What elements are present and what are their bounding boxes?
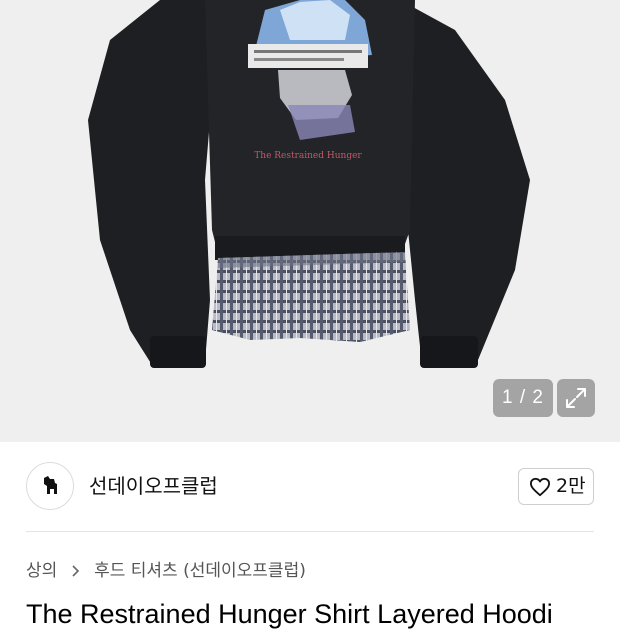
expand-image-button[interactable] — [557, 379, 595, 417]
dog-logo — [44, 476, 57, 494]
print-caption: The Restrained Hunger — [254, 151, 362, 161]
expand-arrows-icon — [566, 388, 586, 408]
image-pager: 1 / 2 — [493, 379, 553, 417]
breadcrumb-item-subcategory[interactable]: 후드 티셔츠 (선데이오프클럽) — [94, 558, 306, 584]
chevron-right-icon — [71, 558, 81, 592]
product-image-gallery[interactable]: The Restrained Hunger 1 / 2 — [0, 0, 620, 442]
shop-avatar[interactable] — [26, 462, 74, 510]
breadcrumb: 상의 후드 티셔츠 (선데이오프클럽) — [26, 558, 306, 584]
like-button[interactable]: 2만 — [518, 468, 594, 505]
shop-name[interactable]: 선데이오프클럽 — [89, 472, 218, 500]
heart-outline-icon — [530, 477, 550, 497]
like-count: 2만 — [556, 475, 586, 497]
product-photo: The Restrained Hunger — [88, 0, 530, 368]
product-title: The Restrained Hunger Shirt Layered Hood… — [26, 599, 553, 629]
divider — [26, 531, 594, 532]
breadcrumb-item-category[interactable]: 상의 — [26, 558, 57, 584]
